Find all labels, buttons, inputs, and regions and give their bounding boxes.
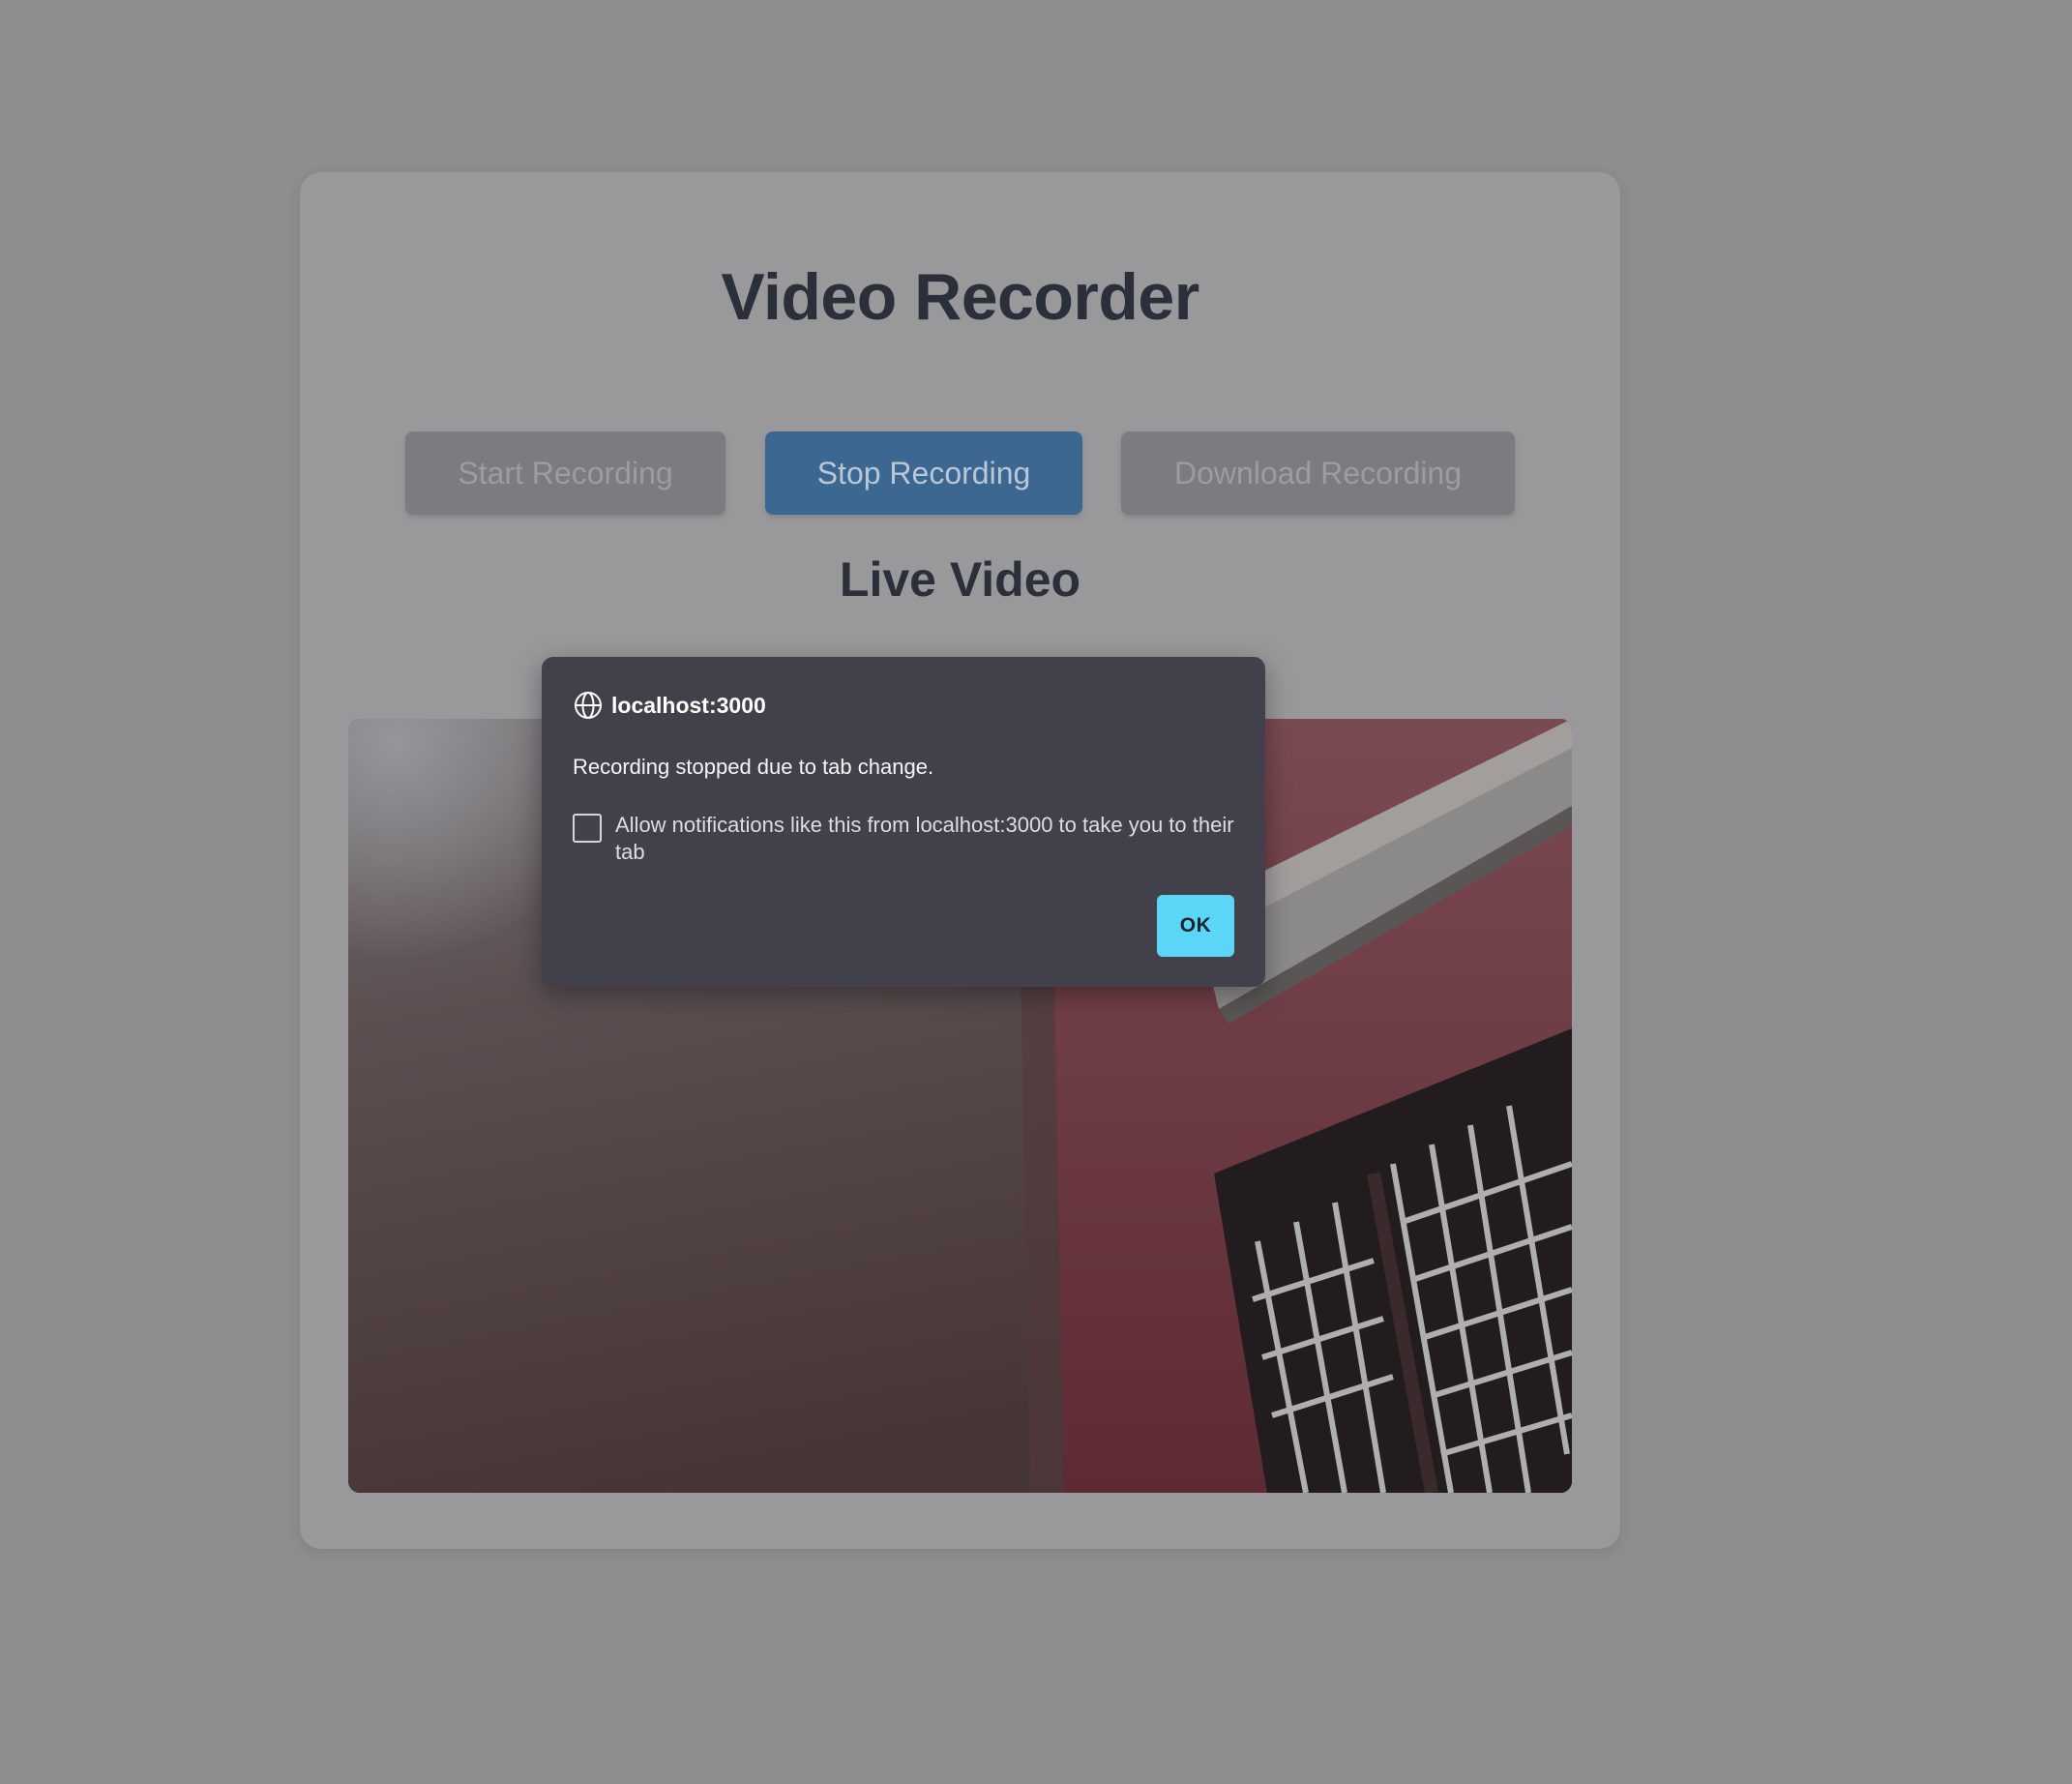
- dialog-origin-text: localhost:3000: [611, 692, 766, 718]
- live-video-heading: Live Video: [839, 552, 1081, 607]
- notification-dialog: localhost:3000 Recording stopped due to …: [542, 657, 1265, 987]
- ok-button[interactable]: OK: [1157, 895, 1234, 957]
- dialog-origin: localhost:3000: [573, 690, 766, 721]
- allow-notifications-checkbox[interactable]: [573, 814, 602, 843]
- dialog-message: Recording stopped due to tab change.: [573, 755, 934, 779]
- page: Video Recorder Start Recording Stop Reco…: [0, 0, 2072, 1784]
- download-recording-button[interactable]: Download Recording: [1121, 431, 1515, 515]
- stop-recording-button[interactable]: Stop Recording: [765, 431, 1082, 515]
- globe-icon: [575, 692, 602, 719]
- allow-notifications-label[interactable]: Allow notifications like this from local…: [615, 812, 1234, 866]
- page-title: Video Recorder: [721, 260, 1199, 334]
- start-recording-button[interactable]: Start Recording: [405, 431, 725, 515]
